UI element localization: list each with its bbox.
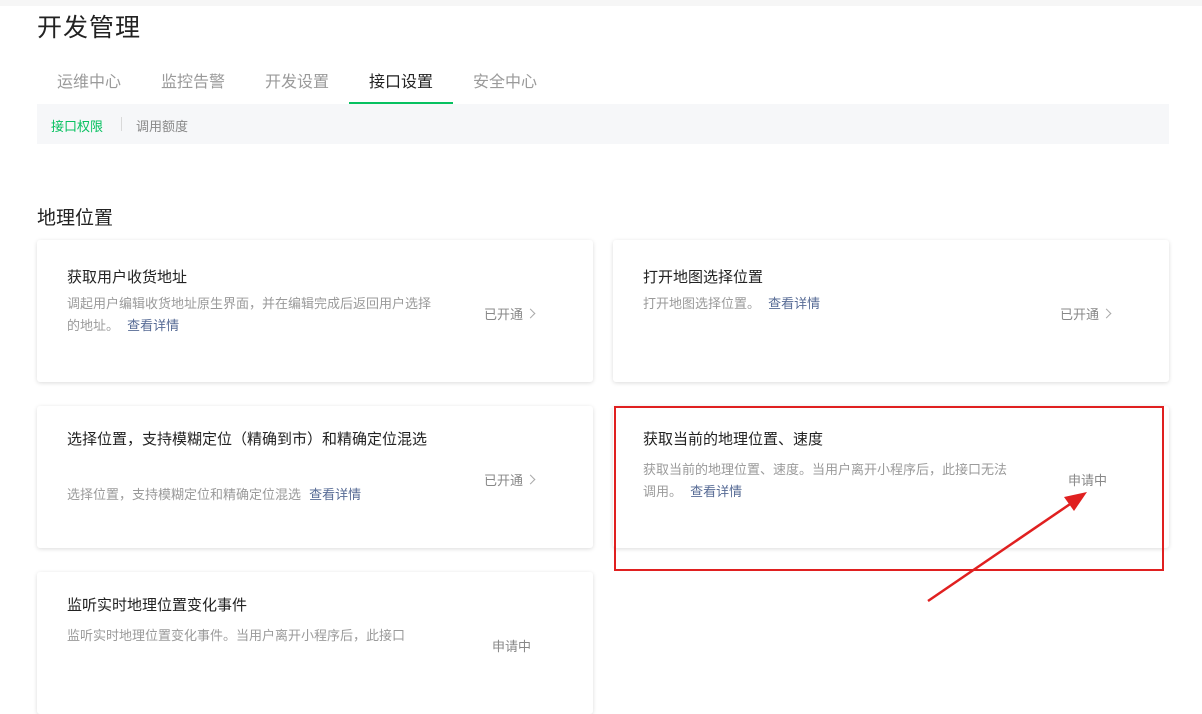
annotation-arrow-head [1064, 492, 1087, 511]
annotation-arrow-line [927, 498, 1077, 603]
annotation-arrow [927, 492, 1087, 603]
